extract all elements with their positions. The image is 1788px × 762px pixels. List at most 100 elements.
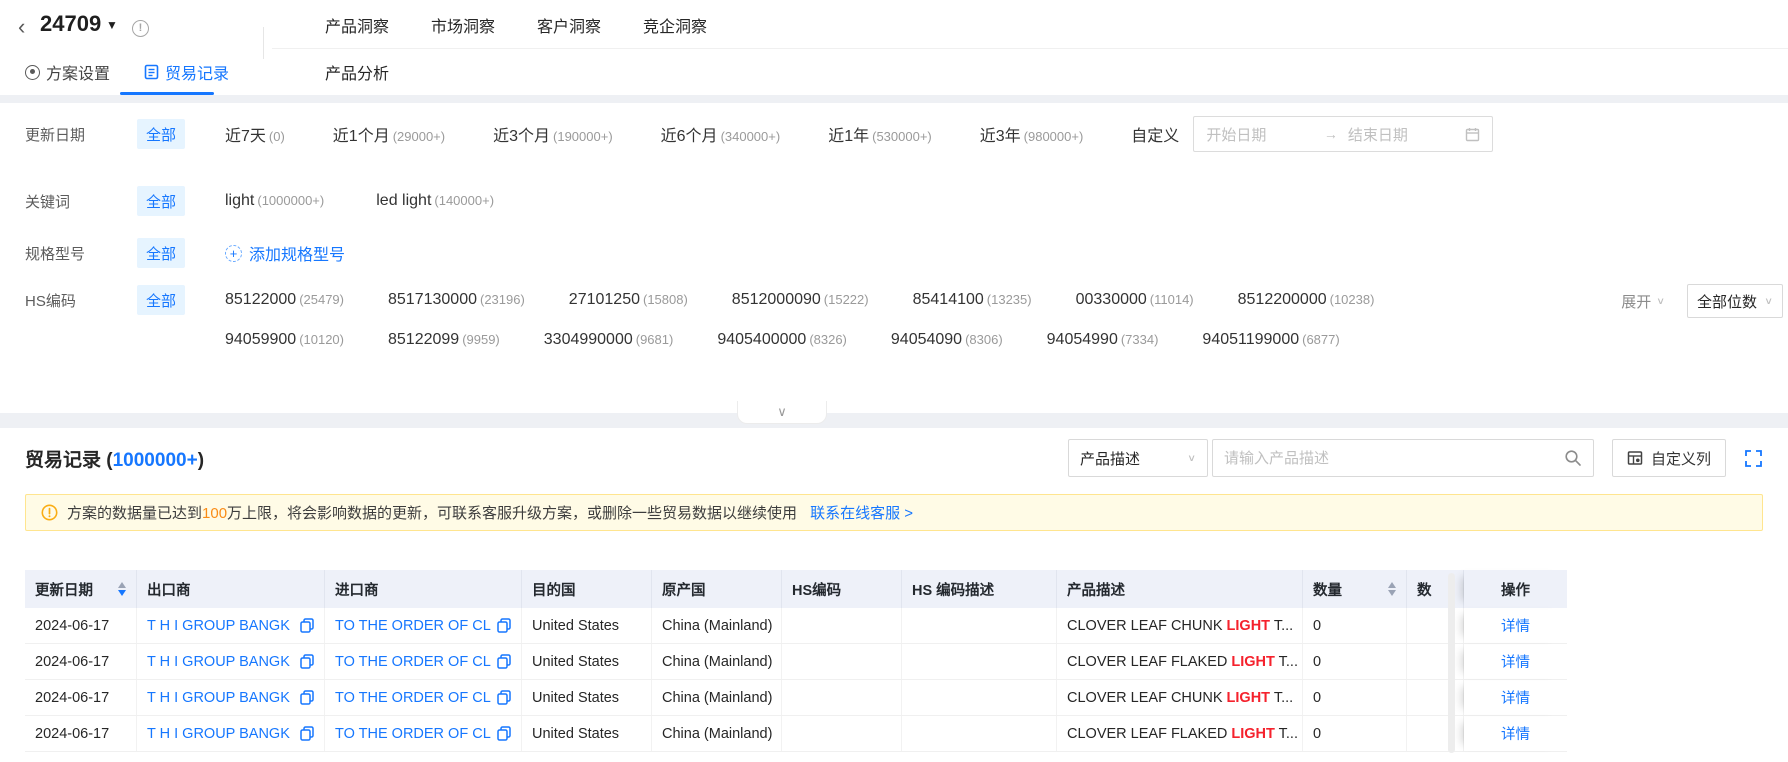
hs-code-option[interactable]: 8517130000 (23196)	[388, 291, 525, 309]
hs-code-option[interactable]: 94059900 (10120)	[225, 331, 344, 349]
add-spec-button[interactable]: + 添加规格型号	[225, 241, 345, 265]
search-icon[interactable]	[1564, 449, 1582, 467]
custom-columns-button[interactable]: 自定义列	[1611, 439, 1726, 477]
table-scrollbar[interactable]	[1448, 573, 1455, 753]
collapse-filters-button[interactable]: ∨	[737, 401, 827, 424]
plus-icon: +	[225, 244, 242, 262]
hs-code-option[interactable]: 27101250 (15808)	[569, 291, 688, 309]
copy-icon[interactable]	[491, 690, 511, 705]
cell-destination: United States	[522, 644, 652, 679]
date-option[interactable]: 近1年 (530000+)	[828, 122, 932, 146]
hs-code-option[interactable]: 00330000 (11014)	[1076, 291, 1194, 309]
exporter-link[interactable]: T H I GROUP BANGK	[147, 654, 290, 670]
keyword-option[interactable]: led light (140000+)	[376, 192, 494, 210]
filter-panel: 更新日期 全部 近7天 (0) 近1个月 (29000+) 近3个月 (190000+…	[0, 103, 1788, 413]
hs-code-option[interactable]: 8512000090 (15222)	[732, 291, 869, 309]
contact-support-link[interactable]: 联系在线客服 >	[810, 502, 913, 523]
expand-toggle[interactable]: 展开 ∨	[1621, 291, 1665, 312]
sort-desc-icon[interactable]	[118, 590, 126, 596]
col-truncated: 数	[1407, 570, 1464, 608]
filter-row-hs-code: HS编码 全部 85122000 (25479) 8517130000 (23196…	[25, 282, 1608, 318]
chevron-down-icon: ∨	[1764, 295, 1773, 307]
hs-code-option[interactable]: 85414100 (13235)	[913, 291, 1032, 309]
detail-link[interactable]: 详情	[1501, 651, 1530, 672]
hs-code-option[interactable]: 85122099 (9959)	[388, 331, 500, 349]
hs-code-option[interactable]: 8512200000 (10238)	[1238, 291, 1375, 309]
sort-desc-icon[interactable]	[1388, 590, 1396, 596]
cell-origin: China (Mainland)	[652, 716, 782, 751]
plan-settings-label: 方案设置	[46, 66, 111, 83]
date-option[interactable]: 近3年 (980000+)	[980, 122, 1084, 146]
hs-code-option[interactable]: 85122000 (25479)	[225, 291, 344, 309]
tab-competitor-insight[interactable]: 竞企洞察	[643, 13, 707, 37]
detail-link[interactable]: 详情	[1501, 615, 1530, 636]
detail-link[interactable]: 详情	[1501, 687, 1530, 708]
tab-plan-settings[interactable]: 方案设置	[25, 60, 110, 84]
sort-control[interactable]	[1380, 582, 1396, 596]
divider	[272, 48, 1788, 49]
plan-dropdown-caret-icon[interactable]: ▼	[106, 18, 118, 32]
keyword-option[interactable]: light (1000000+)	[225, 192, 324, 210]
update-date-all-chip[interactable]: 全部	[137, 119, 185, 149]
hs-code-option[interactable]: 9405400000 (8326)	[717, 331, 847, 349]
sort-asc-icon[interactable]	[118, 582, 126, 588]
date-option[interactable]: 近6个月 (340000+)	[661, 122, 781, 146]
importer-link[interactable]: TO THE ORDER OF CL	[335, 690, 491, 706]
importer-link[interactable]: TO THE ORDER OF CL	[335, 618, 491, 634]
copy-icon[interactable]	[491, 618, 511, 633]
end-date-field[interactable]: 结束日期	[1348, 124, 1456, 145]
exporter-link[interactable]: T H I GROUP BANGK	[147, 726, 290, 742]
hs-all-chip[interactable]: 全部	[137, 285, 185, 315]
copy-icon[interactable]	[294, 618, 314, 633]
fullscreen-icon[interactable]	[1744, 449, 1763, 468]
search-field-select[interactable]: 产品描述 ∨	[1067, 439, 1208, 477]
tab-product-insight[interactable]: 产品洞察	[325, 13, 389, 37]
cell-hs-code	[782, 680, 902, 715]
tab-trade-records[interactable]: 贸易记录	[144, 60, 229, 84]
start-date-field[interactable]: 开始日期	[1206, 124, 1314, 145]
sort-asc-icon[interactable]	[1388, 582, 1396, 588]
cell-exporter: T H I GROUP BANGK	[137, 644, 325, 679]
digits-select[interactable]: 全部位数 ∨	[1687, 284, 1783, 318]
sort-control[interactable]	[110, 582, 126, 596]
importer-link[interactable]: TO THE ORDER OF CL	[335, 654, 491, 670]
copy-icon[interactable]	[491, 654, 511, 669]
cell-hs-desc	[902, 608, 1057, 643]
keyword-all-chip[interactable]: 全部	[137, 186, 185, 216]
detail-link[interactable]: 详情	[1501, 723, 1530, 744]
col-update-date[interactable]: 更新日期	[25, 570, 137, 608]
importer-link[interactable]: TO THE ORDER OF CL	[335, 726, 491, 742]
alert-text: 方案的数据量已达到100万上限，将会影响数据的更新，可联系客服升级方案，或删除一…	[67, 505, 798, 522]
search-input[interactable]	[1223, 449, 1564, 467]
table-row: 2024-06-17 T H I GROUP BANGK TO THE ORDE…	[25, 716, 1567, 752]
date-option[interactable]: 近7天 (0)	[225, 122, 285, 146]
cell-truncated	[1407, 680, 1464, 715]
hs-code-option[interactable]: 94054990 (7334)	[1047, 331, 1159, 349]
plan-id[interactable]: 24709	[40, 11, 101, 37]
copy-icon[interactable]	[294, 726, 314, 741]
copy-icon[interactable]	[491, 726, 511, 741]
tab-customer-insight[interactable]: 客户洞察	[537, 13, 601, 37]
date-range-picker[interactable]: 开始日期 → 结束日期	[1193, 116, 1494, 152]
date-option[interactable]: 近1个月 (29000+)	[333, 122, 445, 146]
range-arrow-icon: →	[1323, 126, 1338, 142]
col-quantity[interactable]: 数量	[1303, 570, 1407, 608]
cell-product: CLOVER LEAF CHUNK LIGHT T...	[1057, 608, 1303, 643]
cell-quantity: 0	[1303, 644, 1407, 679]
info-icon[interactable]: !	[132, 20, 149, 37]
hs-code-controls: 展开 ∨ 全部位数 ∨	[1621, 283, 1788, 319]
copy-icon[interactable]	[294, 690, 314, 705]
hs-code-option[interactable]: 94051199000 (6877)	[1202, 331, 1339, 349]
exporter-link[interactable]: T H I GROUP BANGK	[147, 618, 290, 634]
copy-icon[interactable]	[294, 654, 314, 669]
exporter-link[interactable]: T H I GROUP BANGK	[147, 690, 290, 706]
records-table: 更新日期 出口商 进口商 目的国 原产国 HS编码 HS 编码描述 产品描述 数…	[25, 570, 1567, 753]
back-icon[interactable]: ‹	[18, 16, 25, 38]
cell-actions: 详情	[1464, 716, 1567, 751]
hs-code-option[interactable]: 3304990000 (9681)	[544, 331, 674, 349]
spec-all-chip[interactable]: 全部	[137, 238, 185, 268]
hs-code-option[interactable]: 94054090 (8306)	[891, 331, 1003, 349]
tab-product-analysis[interactable]: 产品分析	[325, 60, 389, 84]
tab-market-insight[interactable]: 市场洞察	[431, 13, 495, 37]
date-option[interactable]: 近3个月 (190000+)	[493, 122, 613, 146]
